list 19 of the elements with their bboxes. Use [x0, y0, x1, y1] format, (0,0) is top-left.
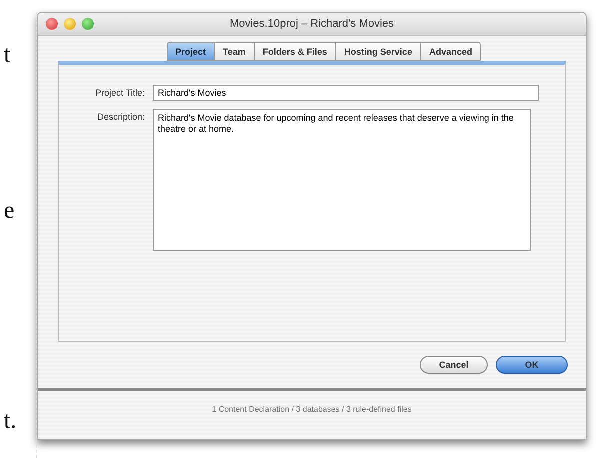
- close-button[interactable]: [46, 18, 58, 30]
- zoom-button[interactable]: [82, 18, 94, 30]
- project-title-field[interactable]: Richard's Movies: [153, 85, 539, 101]
- page-text: t.: [4, 408, 17, 435]
- tab[interactable]: Advanced: [421, 42, 482, 61]
- field-label: Project Title:: [94, 88, 145, 98]
- window-title: Movies.10proj – Richard's Movies: [230, 18, 394, 30]
- dialog-button[interactable]: OK: [496, 356, 568, 374]
- dialog-button[interactable]: Cancel: [420, 356, 488, 374]
- tab[interactable]: Folders & Files: [254, 42, 336, 61]
- page-text: t: [4, 42, 11, 69]
- status-text: 1 Content Declaration / 3 databases / 3 rule-defined files: [212, 405, 412, 414]
- tab[interactable]: Team: [215, 42, 255, 61]
- page-text: e: [4, 198, 15, 225]
- tab[interactable]: Hosting Service: [336, 42, 422, 61]
- tab[interactable]: Project: [166, 42, 216, 61]
- field-label: Description:: [96, 111, 145, 122]
- description-field[interactable]: Richard's Movie database for upcoming and recent releases that deserve a viewing in the theatre or at home.: [153, 109, 531, 251]
- minimize-button[interactable]: [64, 18, 76, 30]
